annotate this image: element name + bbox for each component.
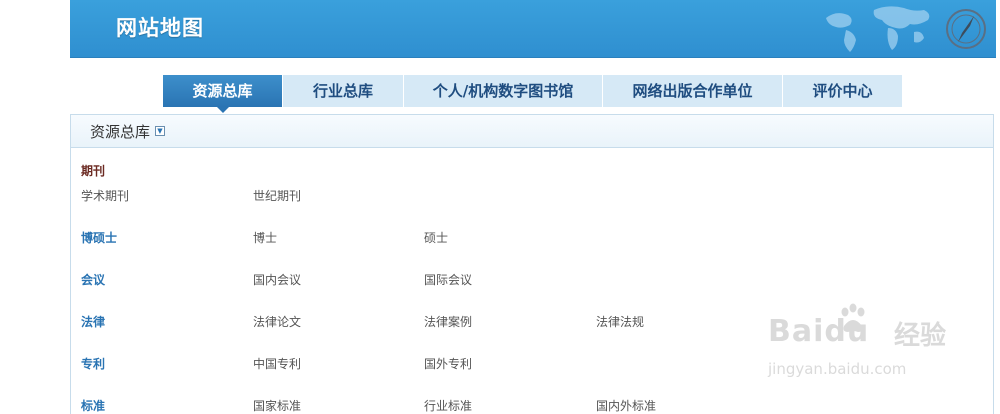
page-title: 网站地图 [116,16,204,40]
category-link[interactable]: 国外专利 [424,355,472,372]
category-link[interactable]: 学术期刊 [81,187,129,204]
panel-header: 资源总库 ▼ [71,115,993,148]
category-link[interactable]: 法律论文 [253,313,301,330]
collapse-icon[interactable]: ▼ [155,126,165,136]
category-link[interactable]: 行业标准 [424,397,472,414]
category-link[interactable]: 国内外标准 [596,397,656,414]
category-link[interactable]: 世纪期刊 [253,187,301,204]
category-title[interactable]: 标准 [81,397,105,414]
tab-bar: 资源总库 行业总库 个人/机构数字图书馆 网络出版合作单位 评价中心 [163,75,903,113]
category-link[interactable]: 法律法规 [596,313,644,330]
category-title[interactable]: 法律 [81,313,105,330]
tab-evaluation-center[interactable]: 评价中心 [783,75,903,107]
tab-personal-digital-library[interactable]: 个人/机构数字图书馆 [404,75,603,107]
category-link[interactable]: 国际会议 [424,271,472,288]
category-link[interactable]: 中国专利 [253,355,301,372]
category-link[interactable]: 国内会议 [253,271,301,288]
tab-industry-library[interactable]: 行业总库 [283,75,404,107]
tab-publishing-partners[interactable]: 网络出版合作单位 [603,75,783,107]
resource-panel: 资源总库 ▼ 期刊 学术期刊 世纪期刊 博硕士 博士 硕士 会议 国内会议 国际… [70,114,994,414]
category-link[interactable]: 法律案例 [424,313,472,330]
category-title[interactable]: 专利 [81,355,105,372]
tab-resource-library[interactable]: 资源总库 [163,75,283,113]
category-link[interactable]: 博士 [253,229,277,246]
category-link[interactable]: 硕士 [424,229,448,246]
category-link[interactable]: 国家标准 [253,397,301,414]
world-map-compass-icon [826,6,986,52]
category-title: 期刊 [81,164,106,178]
panel-title: 资源总库 [90,123,151,141]
header-banner: 网站地图 [70,0,996,58]
category-title[interactable]: 博硕士 [81,229,117,246]
category-title[interactable]: 会议 [81,271,105,288]
